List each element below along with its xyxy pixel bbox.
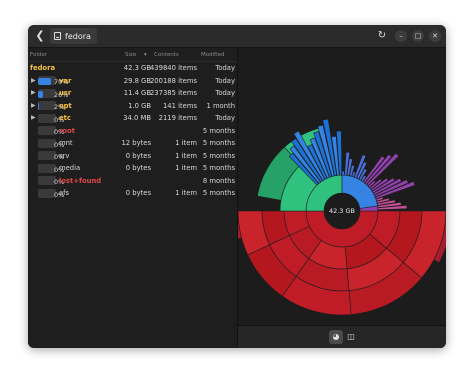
reload-button[interactable]: ↻ xyxy=(376,30,388,42)
folder-modified: 5 months xyxy=(202,189,235,197)
usage-bar: 26% xyxy=(38,88,68,99)
header-bar: ❮ fedora ↻ – □ ✕ xyxy=(28,25,446,48)
folder-size: 11.4 GB xyxy=(123,89,151,97)
folder-name: root xyxy=(59,126,75,135)
ring-opt-spike[interactable] xyxy=(341,170,345,176)
folder-size: 29.8 GB xyxy=(123,76,151,85)
root-size: 42.3 GB xyxy=(123,64,151,72)
usage-bar: 0% xyxy=(38,113,64,124)
usage-bar: 70% xyxy=(38,76,68,86)
folder-contents: 200188 items xyxy=(149,76,197,85)
folder-modified: 5 months xyxy=(202,126,235,135)
root-name: fedora xyxy=(30,64,56,72)
folder-contents: 1 item xyxy=(175,139,197,147)
folder-row-lostfound[interactable]: 0% lost+found 8 months xyxy=(28,175,237,188)
expander-icon[interactable]: ▶ xyxy=(31,77,36,84)
minimize-button[interactable]: – xyxy=(395,30,407,42)
chart-pane: 42.3 GB ◕ ◫ xyxy=(231,48,446,348)
usage-bar: 2% xyxy=(38,101,64,111)
folder-contents: 1 item xyxy=(175,164,197,172)
usage-bar: 0% xyxy=(38,163,64,174)
ring-center-label: 42.3 GB xyxy=(329,207,355,215)
folder-name: opt xyxy=(59,101,72,110)
root-modified: Today xyxy=(215,64,235,72)
folder-contents: 1 item xyxy=(175,151,197,160)
folder-row-var[interactable]: ▶ 70% var 29.8 GB 200188 items Today xyxy=(28,75,237,88)
folder-name: etc xyxy=(59,114,71,122)
close-icon: ✕ xyxy=(432,32,438,40)
expander-icon[interactable]: ▶ xyxy=(31,89,36,96)
column-modified[interactable]: Modified xyxy=(201,52,224,58)
folder-row-root[interactable]: 0% root 5 months xyxy=(28,125,237,138)
usage-bar: 0% xyxy=(38,126,64,136)
folder-contents: 141 items xyxy=(162,101,197,110)
folder-rows: ▶ 70% var 29.8 GB 200188 items Today ▶ 26% usr 11… xyxy=(28,75,237,200)
rings-chart-button[interactable]: ◕ xyxy=(329,330,343,344)
folder-name: mnt xyxy=(59,139,73,147)
usage-bar-fill xyxy=(38,90,43,98)
maximize-button[interactable]: □ xyxy=(412,30,424,42)
view-switcher: ◕ ◫ xyxy=(238,325,446,348)
column-contents[interactable]: Contents xyxy=(154,52,179,58)
folder-name: srv xyxy=(59,151,70,160)
folder-row-usr[interactable]: ▶ 26% usr 11.4 GB 237385 items Today xyxy=(28,87,237,100)
folder-contents: 237385 items xyxy=(149,89,197,97)
location-label: fedora xyxy=(65,31,91,41)
folder-modified: 8 months xyxy=(202,176,235,185)
folder-modified: Today xyxy=(215,76,235,85)
drive-icon xyxy=(54,32,61,40)
maximize-icon: □ xyxy=(414,32,422,40)
folder-size: 1.0 GB xyxy=(128,101,151,110)
folder-row-srv[interactable]: 0% srv 0 bytes 1 item 5 months xyxy=(28,150,237,163)
folder-modified: Today xyxy=(215,114,235,122)
folder-size: 0 bytes xyxy=(125,164,151,172)
folder-name: lost+found xyxy=(59,176,102,185)
column-size[interactable]: Size xyxy=(125,52,136,58)
baobab-window: ❮ fedora ↻ – □ ✕ Folder Size ▾ Contents … xyxy=(28,25,446,348)
folder-name: usr xyxy=(59,89,72,97)
sort-descending-icon: ▾ xyxy=(144,52,147,58)
minimize-icon: – xyxy=(399,32,403,40)
go-back-icon: ❮ xyxy=(35,29,45,42)
expander-icon[interactable]: ▶ xyxy=(31,114,36,121)
treemap-chart-button[interactable]: ◫ xyxy=(344,330,358,344)
rings-chart-icon: ◕ xyxy=(332,332,340,341)
folder-row-afs[interactable]: 0% afs 0 bytes 1 item 5 months xyxy=(28,187,237,200)
usage-bar-fill xyxy=(38,78,51,85)
folder-modified: 5 months xyxy=(202,151,235,160)
folder-size: 0 bytes xyxy=(125,151,151,160)
usage-bar: 0% xyxy=(38,138,64,149)
usage-bar: 0% xyxy=(38,151,64,161)
folder-name: media xyxy=(59,164,81,172)
close-button[interactable]: ✕ xyxy=(429,30,441,42)
folder-modified: 1 month xyxy=(206,101,235,110)
folder-name: var xyxy=(59,76,72,85)
column-folder[interactable]: Folder xyxy=(30,52,47,58)
expander-icon[interactable]: ▶ xyxy=(31,102,36,109)
folder-row-etc[interactable]: ▶ 0% etc 34.0 MB 2119 items Today xyxy=(28,112,237,125)
root-contents: 439840 items xyxy=(149,64,197,72)
treemap-chart-icon: ◫ xyxy=(347,332,355,341)
folder-contents: 1 item xyxy=(175,189,197,197)
folder-size: 0 bytes xyxy=(125,189,151,197)
folder-row-mnt[interactable]: 0% mnt 12 bytes 1 item 5 months xyxy=(28,137,237,150)
usage-bar: 0% xyxy=(38,188,64,199)
reload-icon: ↻ xyxy=(377,30,387,41)
folder-modified: 5 months xyxy=(202,164,235,172)
folder-row-media[interactable]: 0% media 0 bytes 1 item 5 months xyxy=(28,162,237,175)
folder-modified: 5 months xyxy=(202,139,235,147)
folder-contents: 2119 items xyxy=(158,114,197,122)
rings-chart[interactable]: 42.3 GB xyxy=(231,48,446,326)
folder-name: afs xyxy=(59,189,70,197)
usage-bar: 0% xyxy=(38,176,64,186)
root-row[interactable]: fedora 42.3 GB 439840 items Today xyxy=(28,62,237,75)
folder-size: 34.0 MB xyxy=(123,114,151,122)
location-button[interactable]: fedora xyxy=(50,28,97,44)
folder-modified: Today xyxy=(215,89,235,97)
folder-tree: Folder Size ▾ Contents Modified fedora 4… xyxy=(28,48,238,348)
folder-row-opt[interactable]: ▶ 2% opt 1.0 GB 141 items 1 month xyxy=(28,100,237,113)
column-header: Folder Size ▾ Contents Modified xyxy=(28,48,237,62)
folder-size: 12 bytes xyxy=(121,139,151,147)
back-button[interactable]: ❮ xyxy=(33,29,47,43)
